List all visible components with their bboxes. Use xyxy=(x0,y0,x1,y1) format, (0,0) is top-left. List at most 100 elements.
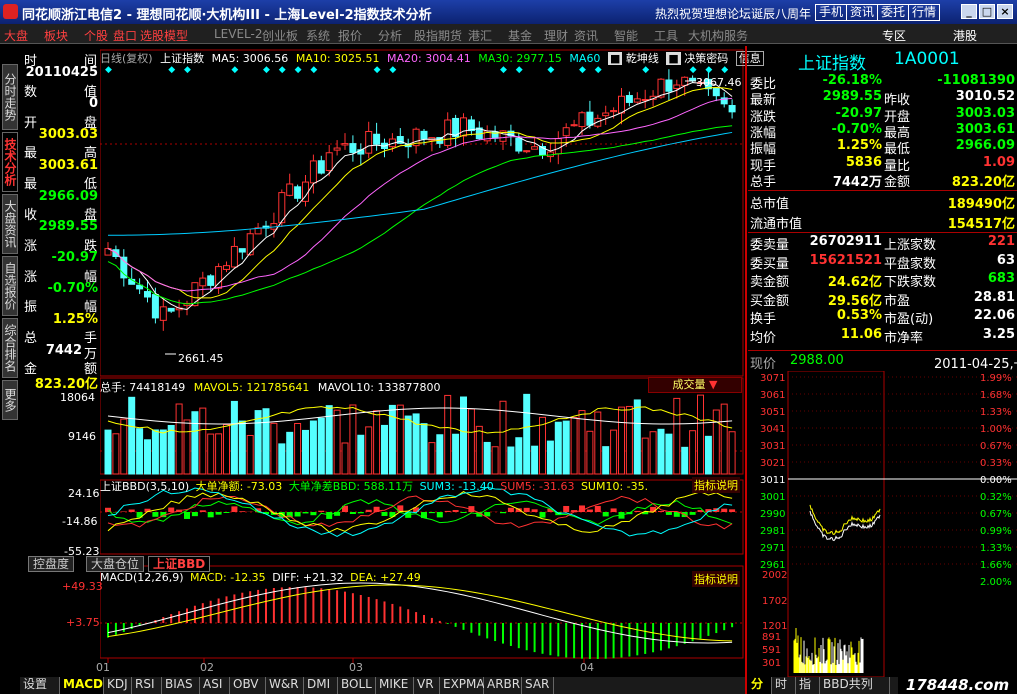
menu-4[interactable]: 选股模型 xyxy=(140,27,188,44)
indicator-dropdown[interactable]: 成交量 ▼ xyxy=(648,377,742,393)
menu-14[interactable]: 资讯 xyxy=(574,27,598,44)
tab-dapancangwei[interactable]: 大盘仓位 xyxy=(86,556,145,572)
bbd-bar-32 xyxy=(357,512,364,514)
bottom-tab-6[interactable]: OBV xyxy=(230,677,266,694)
bottom-tab-10[interactable]: MIKE xyxy=(376,677,414,694)
menu-11[interactable]: 港汇 xyxy=(468,27,492,44)
quote-label-6: 总手 xyxy=(750,174,777,190)
bottom-tab-0[interactable]: 设置 xyxy=(20,677,60,694)
candle-body-72 xyxy=(673,84,681,89)
vol-bar-6 xyxy=(151,429,159,475)
bottom-tab-3[interactable]: RSI xyxy=(132,677,162,694)
bottom-tab-8[interactable]: DMI xyxy=(304,677,338,694)
close-icon[interactable]: × xyxy=(997,4,1013,19)
left-nav-3[interactable]: 自选报价 xyxy=(2,256,18,316)
left-nav-0[interactable]: 分时走势 xyxy=(2,64,18,130)
bottom-tab-5[interactable]: ASI xyxy=(200,677,230,694)
order-row-3: 买金额 29.56亿 市盈 28.81 xyxy=(748,290,1017,309)
candle-body-77 xyxy=(712,87,720,97)
order-row-5: 均价 11.06 市净率 3.25 xyxy=(748,327,1017,346)
vol-bar-71 xyxy=(665,433,673,475)
qiankun-label[interactable]: 乾坤线 xyxy=(626,52,659,65)
menu-5[interactable]: LEVEL-2 xyxy=(214,27,263,41)
candle-body-40 xyxy=(420,130,428,140)
bottom-tab-14[interactable]: SAR xyxy=(522,677,554,694)
menu-13[interactable]: 理财 xyxy=(544,27,568,44)
bottom-tab-1[interactable]: MACD xyxy=(60,677,104,694)
vol-bar-14 xyxy=(215,433,223,475)
left-nav-2[interactable]: 大盘资讯 xyxy=(2,194,18,254)
bbd-bar-31 xyxy=(349,512,356,515)
quote-value2-2: 3003.03 xyxy=(955,105,1015,121)
menu-17[interactable]: 大机构服务 xyxy=(688,27,748,44)
news-button[interactable]: 资讯 xyxy=(846,4,879,21)
intraday-chart[interactable]: 3071 3061 3051 3041 3031 3021 3011 3001 2990 2981… xyxy=(748,371,1017,677)
menu-6[interactable]: 创业板 xyxy=(262,27,298,44)
phone-button[interactable]: 手机 xyxy=(815,4,848,21)
kline-mode[interactable]: 日线(复权) xyxy=(100,52,153,65)
macd-help-button[interactable]: 指标说明 xyxy=(692,571,740,587)
menu-12[interactable]: 基金 xyxy=(508,27,532,44)
menu-15[interactable]: 智能 xyxy=(614,27,638,44)
tab-kongpandu[interactable]: 控盘度 xyxy=(28,556,75,572)
order-row-2: 卖金额 24.62亿 下跌家数 683 xyxy=(748,271,1017,291)
order-label-4: 换手 xyxy=(750,312,777,328)
menu-7[interactable]: 系统 xyxy=(306,27,330,44)
quote-row-6: 总手 7442万 金额 823.20亿 xyxy=(748,171,1017,190)
juece-checkbox[interactable]: ■ xyxy=(666,52,681,65)
tab-shangzheng-bbd[interactable]: 上证BBD xyxy=(148,556,211,572)
menu-8[interactable]: 报价 xyxy=(338,27,362,44)
bottom-tab-4[interactable]: BIAS xyxy=(162,677,200,694)
right-bottom-tab-0[interactable]: 分 xyxy=(748,677,772,694)
intra-vol-axis-3: 891 xyxy=(762,632,781,643)
menu-10[interactable]: 股指期货 xyxy=(414,27,462,44)
info-label-left-10: 收 xyxy=(24,208,38,223)
menu-3[interactable]: 盘口 xyxy=(113,27,137,44)
left-nav-1[interactable]: 技术分析 xyxy=(2,132,18,192)
vol-bar-53 xyxy=(523,393,531,475)
bottom-tab-11[interactable]: VR xyxy=(414,677,440,694)
candle-body-27 xyxy=(317,160,325,174)
qiankun-checkbox[interactable]: ■ xyxy=(607,52,623,65)
bottom-tab-9[interactable]: BOLL xyxy=(338,677,376,694)
right-bottom-tab-3[interactable]: BBD共列 xyxy=(820,677,890,694)
info-value-3: 0 xyxy=(88,96,98,112)
left-nav-5[interactable]: 更多 xyxy=(2,380,18,420)
vol-bar-78 xyxy=(720,403,728,475)
bottom-tab-7[interactable]: W&R xyxy=(266,677,304,694)
intra-border xyxy=(787,371,885,677)
diff-line xyxy=(107,582,733,644)
order-value-2: 24.62亿 xyxy=(827,275,882,291)
menu-1[interactable]: 板块 xyxy=(44,27,68,44)
promo-text[interactable]: 热烈祝贺理想论坛诞辰八周年 xyxy=(655,5,811,22)
minimize-icon[interactable]: _ xyxy=(961,4,977,19)
bottom-tab-12[interactable]: EXPMA xyxy=(440,677,485,694)
intra-pct-13: 2.00% xyxy=(980,577,1012,588)
quote-button[interactable]: 行情 xyxy=(908,4,941,21)
order-label-3: 买金额 xyxy=(750,293,790,309)
order-button[interactable]: 委托 xyxy=(877,4,910,21)
signal-marker-26: ◆ xyxy=(310,65,317,75)
right-bottom-tab-1[interactable]: 时 xyxy=(772,677,796,694)
now-label: 现价 xyxy=(750,357,777,372)
maximize-icon[interactable]: □ xyxy=(979,4,995,19)
menu-18[interactable]: 专区 xyxy=(882,27,906,44)
bbd-help-button[interactable]: 指标说明 xyxy=(692,477,740,493)
menu-9[interactable]: 分析 xyxy=(378,27,402,44)
vol-bar-25 xyxy=(302,429,309,475)
quote-value-6: 7442万 xyxy=(832,174,882,190)
menu-0[interactable]: 大盘 xyxy=(4,27,28,44)
bottom-tab-13[interactable]: ARBR xyxy=(484,677,522,694)
menu-19[interactable]: 港股 xyxy=(953,27,977,44)
juece-label[interactable]: 决策密码 xyxy=(684,52,728,65)
vol-bar-31 xyxy=(349,404,357,475)
quote-label2-3: 最高 xyxy=(884,125,911,141)
right-bottom-tab-2[interactable]: 指 xyxy=(796,677,820,694)
left-nav-4[interactable]: 综合排名 xyxy=(2,318,18,378)
bbd-bar-11 xyxy=(191,512,198,517)
kline-name: 上证指数 xyxy=(160,52,205,65)
menu-16[interactable]: 工具 xyxy=(654,27,678,44)
intraday-header: 现价 2988.00 2011-04-25,一 xyxy=(748,351,1017,372)
menu-2[interactable]: 个股 xyxy=(84,27,108,44)
bottom-tab-2[interactable]: KDJ xyxy=(104,677,132,694)
